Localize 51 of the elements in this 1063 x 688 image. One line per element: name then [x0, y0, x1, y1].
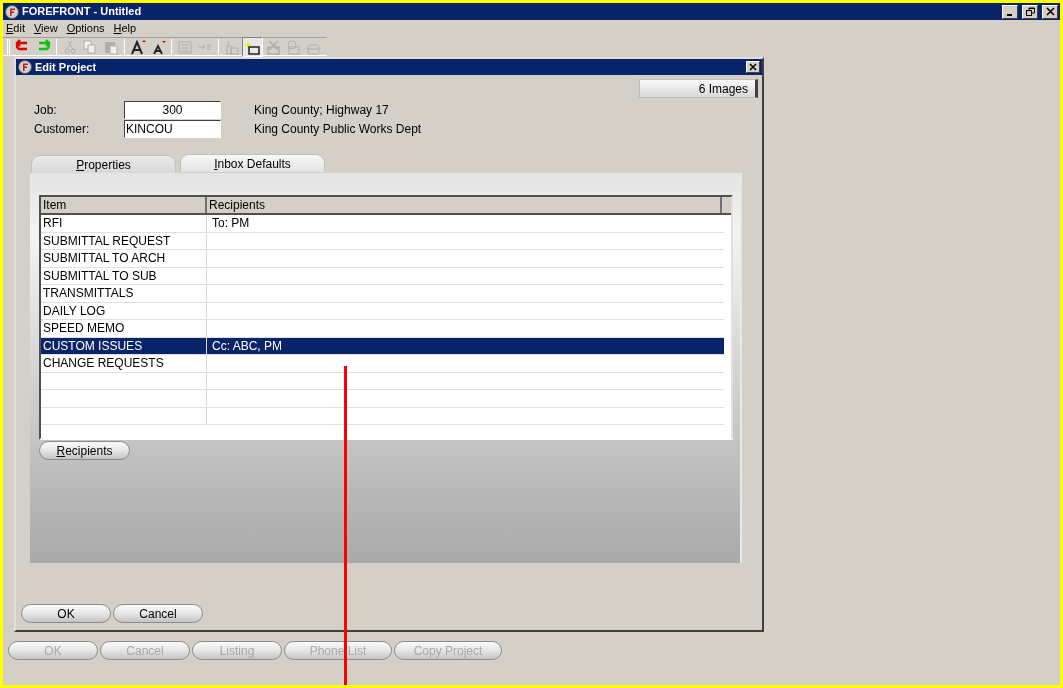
close-button[interactable]	[1042, 4, 1058, 19]
app-icon	[18, 60, 32, 74]
table-cell-text: DAILY LOG	[43, 302, 106, 320]
minimize-icon	[1006, 13, 1012, 16]
table-cell-text: TRANSMITTALS	[43, 285, 134, 303]
table-cell-text: Cc: ABC, PM	[212, 337, 282, 355]
table-cell-text: SUBMITTAL REQUEST	[43, 232, 171, 250]
tab[interactable]: Inbox Defaults	[180, 154, 325, 172]
table-cell-text: SPEED MEMO	[43, 320, 125, 338]
menu-item[interactable]: Help	[113, 19, 137, 37]
close-icon	[1045, 7, 1055, 16]
table-cell-text: To: PM	[212, 215, 250, 233]
table-cell-text: SUBMITTAL TO SUB	[43, 267, 157, 285]
table-row[interactable]: SUBMITTAL REQUEST	[41, 232, 724, 250]
text-field[interactable]: 300	[124, 101, 221, 119]
text-field[interactable]: KINCOU	[124, 120, 221, 138]
font-size-up-icon	[129, 38, 146, 55]
field-description: King County; Highway 17	[254, 102, 390, 119]
tab[interactable]: Properties	[31, 155, 176, 173]
menu-item[interactable]: Edit	[6, 19, 25, 37]
toolbar-button[interactable]	[242, 36, 263, 57]
close-button[interactable]	[746, 61, 760, 73]
recipients-button[interactable]: Recipients	[39, 441, 130, 460]
close-icon	[749, 63, 757, 71]
table-row[interactable]: SUBMITTAL TO ARCH	[41, 250, 724, 268]
table-cell-text: CUSTOM ISSUES	[43, 337, 143, 355]
table-row[interactable]: DAILY LOG	[41, 302, 724, 320]
menu-item[interactable]: Options	[66, 19, 105, 37]
window-title: FOREFRONT - Untitled	[22, 4, 142, 20]
table-row[interactable]: SUBMITTAL TO SUB	[41, 267, 724, 285]
app-icon	[5, 4, 19, 19]
column-header[interactable]: Item	[41, 197, 207, 213]
cancel-button[interactable]: Cancel	[113, 604, 203, 623]
table-row[interactable]: SPEED MEMO	[41, 320, 724, 338]
table-row[interactable]: RFI To: PM	[41, 215, 724, 233]
field-label: Job:	[34, 102, 58, 119]
menu-item[interactable]: View	[33, 19, 58, 37]
dialog-title: Edit Project	[35, 59, 97, 75]
table-cell-text: CHANGE REQUESTS	[43, 355, 164, 373]
images-button[interactable]: 6 Images	[639, 79, 758, 98]
field-description: King County Public Works Dept	[254, 121, 423, 138]
field-label: Customer:	[34, 121, 91, 138]
restore-icon	[1025, 7, 1035, 16]
table-row[interactable]: CHANGE REQUESTS	[41, 355, 724, 373]
restore-button[interactable]	[1022, 4, 1038, 19]
table-cell-text: SUBMITTAL TO ARCH	[43, 250, 166, 268]
table-cell-text: RFI	[43, 215, 63, 233]
minimize-button[interactable]	[1002, 4, 1018, 19]
ok-button[interactable]: OK	[21, 604, 111, 623]
table-row[interactable]: TRANSMITTALS	[41, 285, 724, 303]
column-header[interactable]: Recipients	[207, 197, 722, 213]
